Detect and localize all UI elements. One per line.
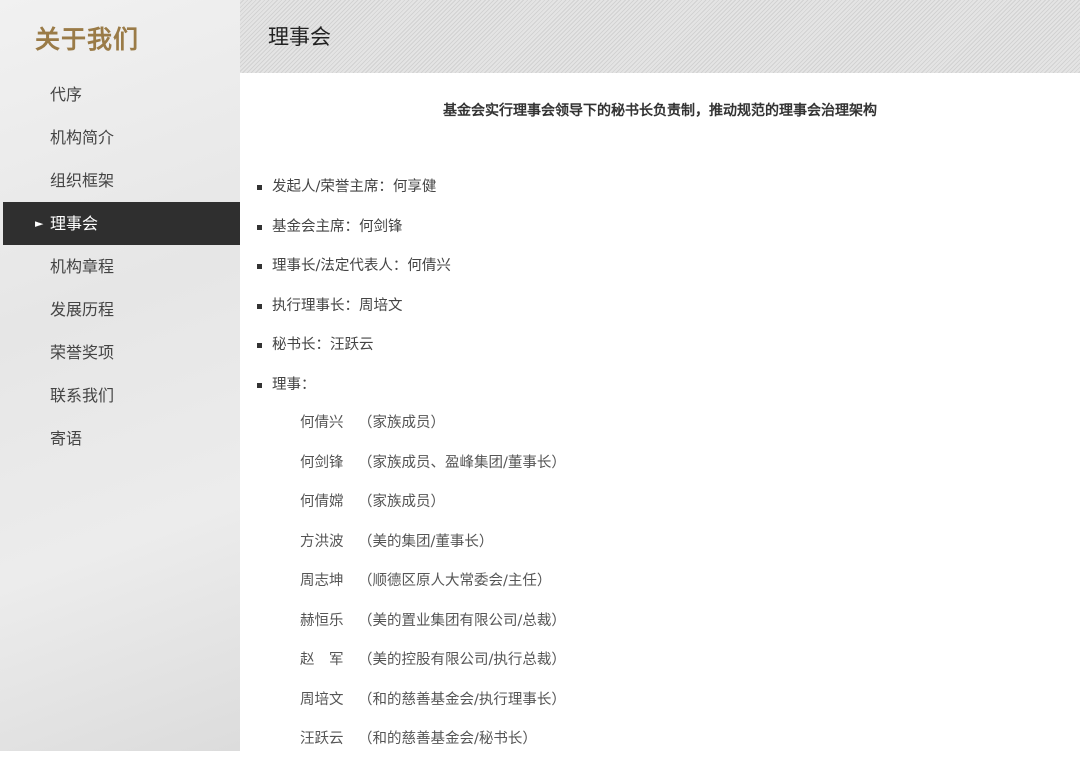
member-desc: （美的置业集团有限公司/总裁） (358, 612, 566, 629)
sidebar-item-history[interactable]: 发展历程 (3, 288, 240, 331)
list-item: 理事： (257, 372, 451, 412)
member-row: 周志坤 （顺德区原人大常委会/主任） (300, 568, 566, 608)
member-row: 赵 军 （美的控股有限公司/执行总裁） (300, 647, 566, 687)
sidebar-item-message[interactable]: 寄语 (3, 417, 240, 460)
main-content: 基金会实行理事会领导下的秘书长负责制，推动规范的理事会治理架构 发起人/荣誉主席… (240, 73, 1080, 751)
member-desc: （和的慈善基金会/秘书长） (358, 731, 537, 747)
sidebar-item-introduction[interactable]: 机构简介 (3, 116, 240, 159)
member-name: 何倩嫦 (300, 494, 344, 510)
member-desc: （和的慈善基金会/执行理事长） (358, 691, 566, 708)
member-name: 何倩兴 (300, 415, 344, 431)
member-row: 汪跃云 （和的慈善基金会/秘书长） (300, 726, 566, 766)
member-desc: （家族成员、盈峰集团/董事长） (358, 454, 566, 471)
sidebar-item-organization[interactable]: 组织框架 (3, 159, 240, 202)
sidebar-item-board[interactable]: ► 理事会 (3, 202, 240, 245)
sidebar-item-charter[interactable]: 机构章程 (3, 245, 240, 288)
sidebar-item-preface[interactable]: 代序 (3, 73, 240, 116)
list-item: 执行理事长：周培文 (257, 293, 451, 333)
member-row: 周培文 （和的慈善基金会/执行理事长） (300, 687, 566, 727)
list-item: 理事长/法定代表人：何倩兴 (257, 253, 451, 293)
page-header: 理事会 (240, 0, 1080, 73)
sidebar: 关于我们 代序 机构简介 组织框架 ► 理事会 机构章程 发展历程 荣誉奖项 联系… (0, 0, 240, 751)
member-desc: （家族成员） (358, 494, 445, 510)
sidebar-item-label: 理事会 (50, 214, 99, 233)
member-row: 何倩嫦 （家族成员） (300, 489, 566, 529)
sidebar-title: 关于我们 (35, 25, 140, 54)
member-name: 周培文 (300, 691, 344, 708)
member-desc: （顺德区原人大常委会/主任） (358, 573, 552, 589)
member-desc: （家族成员） (358, 415, 445, 431)
list-item: 秘书长：汪跃云 (257, 332, 451, 372)
list-item: 基金会主席：何剑锋 (257, 214, 451, 254)
list-item: 发起人/荣誉主席：何享健 (257, 174, 451, 214)
member-name: 方洪波 (300, 533, 344, 550)
member-name: 赫恒乐 (300, 612, 344, 629)
member-name: 周志坤 (300, 573, 344, 589)
members-list: 何倩兴 （家族成员） 何剑锋 （家族成员、盈峰集团/董事长） 何倩嫦 （家族成员） 方… (300, 410, 566, 766)
sidebar-item-honors[interactable]: 荣誉奖项 (3, 331, 240, 374)
member-desc: （美的集团/董事长） (358, 533, 494, 550)
member-desc: （美的控股有限公司/执行总裁） (358, 652, 566, 668)
member-name: 赵 军 (300, 652, 344, 668)
member-row: 方洪波 （美的集团/董事长） (300, 529, 566, 569)
intro-text: 基金会实行理事会领导下的秘书长负责制，推动规范的理事会治理架构 (443, 103, 877, 119)
member-name: 何剑锋 (300, 454, 344, 471)
member-row: 何倩兴 （家族成员） (300, 410, 566, 450)
page-title: 理事会 (268, 25, 331, 49)
member-row: 何剑锋 （家族成员、盈峰集团/董事长） (300, 450, 566, 490)
sidebar-nav: 代序 机构简介 组织框架 ► 理事会 机构章程 发展历程 荣誉奖项 联系我们 寄语 (3, 73, 240, 460)
roles-list: 发起人/荣誉主席：何享健 基金会主席：何剑锋 理事长/法定代表人：何倩兴 执行理… (257, 174, 451, 411)
sidebar-item-contact[interactable]: 联系我们 (3, 374, 240, 417)
triangle-right-icon: ► (35, 217, 44, 230)
member-name: 汪跃云 (300, 731, 344, 747)
member-row: 赫恒乐 （美的置业集团有限公司/总裁） (300, 608, 566, 648)
